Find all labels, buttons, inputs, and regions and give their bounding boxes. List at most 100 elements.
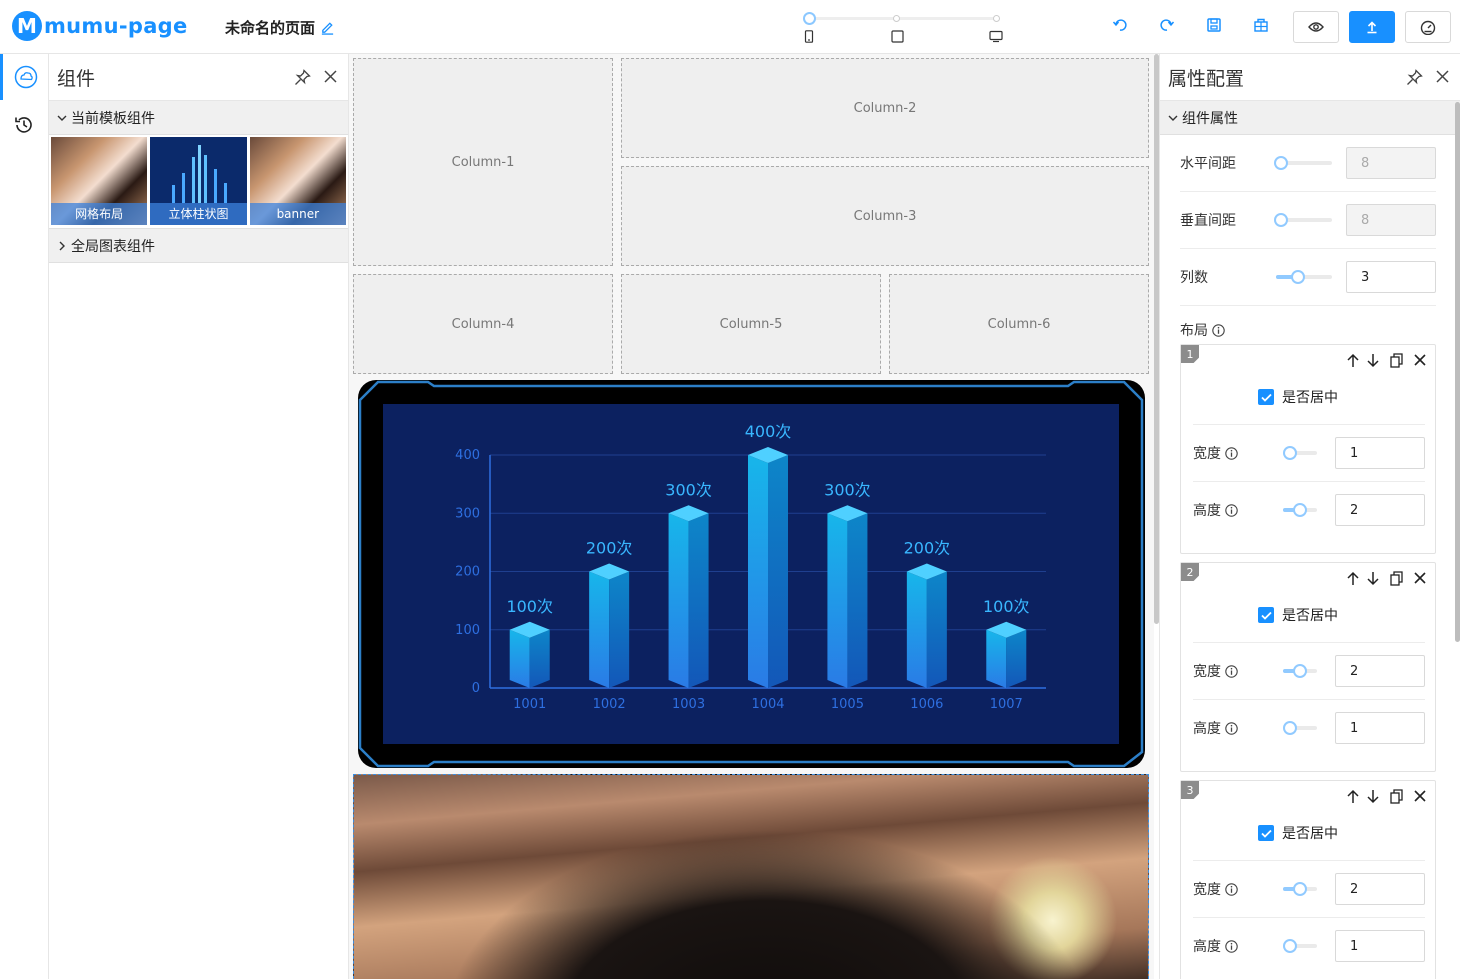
h-gap-slider[interactable] [1274,156,1332,170]
width-input[interactable]: 2 [1335,655,1425,687]
bar-side [926,571,947,688]
slider-knob[interactable] [1283,939,1297,953]
grid-column[interactable]: Column-4 [353,274,613,374]
logo[interactable]: M mumu-page [12,11,188,41]
page-title[interactable]: 未命名的页面 [225,17,335,38]
rail-components[interactable] [0,54,48,100]
delete-icon[interactable] [1413,571,1427,586]
arrow-down-icon[interactable] [1366,353,1380,368]
slider-knob[interactable] [1293,882,1307,896]
pin-icon[interactable] [1406,69,1423,86]
width-slider[interactable] [1283,664,1317,678]
close-icon[interactable] [1435,69,1450,86]
copy-icon[interactable] [1390,571,1403,586]
slider-knob[interactable] [1293,664,1307,678]
thumbnail-3d-bar-chart[interactable]: 立体柱状图 [150,137,247,225]
desktop-icon[interactable] [989,30,1003,43]
columns-input[interactable]: 3 [1346,261,1436,293]
y-tick-label: 0 [472,681,480,696]
template-icon[interactable] [1253,17,1269,33]
center-checkbox[interactable]: 是否居中 [1258,823,1338,843]
width-slider[interactable] [1283,446,1317,460]
chart-plot-area: 0 100 200 300 400 100次 1001 200次 1002 300次 1003 400… [383,404,1119,744]
editor-canvas[interactable]: Column-1 Column-2 Column-3 Column-4 Colu… [349,54,1154,979]
width-slider[interactable] [1283,882,1317,896]
thumbnail-grid-layout[interactable]: 网格布局 [51,137,148,225]
pin-icon[interactable] [294,69,311,86]
preview-button[interactable] [1293,11,1339,43]
slider-knob[interactable] [1291,270,1305,284]
slider-knob[interactable] [1283,721,1297,735]
thumbnail-banner[interactable]: banner [249,137,346,225]
width-row: 宽度 1 [1193,424,1425,481]
redo-icon[interactable] [1159,17,1175,33]
close-icon[interactable] [323,69,338,86]
device-slider-stop[interactable] [993,15,1000,22]
grid-column[interactable]: Column-5 [621,274,881,374]
center-checkbox[interactable]: 是否居中 [1258,605,1338,625]
device-slider-stop[interactable] [893,15,900,22]
layout-item-card: 3 是否居中 宽度 2 高度 1 [1180,780,1436,979]
height-slider[interactable] [1283,503,1317,517]
height-slider[interactable] [1283,939,1317,953]
slider-knob[interactable] [1293,503,1307,517]
height-input[interactable]: 2 [1335,494,1425,526]
checkbox-checked-icon[interactable] [1258,607,1274,623]
data-label: 400次 [745,422,792,441]
y-tick-label: 200 [455,565,480,580]
arrow-up-icon[interactable] [1346,353,1360,368]
arrow-down-icon[interactable] [1366,789,1380,804]
checkbox-checked-icon[interactable] [1258,825,1274,841]
rail-history[interactable] [0,102,48,148]
layout-item-card: 1 是否居中 宽度 1 高度 2 [1180,344,1436,554]
height-input[interactable]: 1 [1335,930,1425,962]
width-input[interactable]: 1 [1335,437,1425,469]
v-gap-input[interactable]: 8 [1346,204,1436,236]
y-tick-label: 300 [455,506,480,521]
info-icon [1225,721,1238,735]
chevron-down-icon [1168,113,1178,123]
edit-icon[interactable] [320,20,335,35]
section-current-template[interactable]: 当前模板组件 [49,101,348,135]
slider-knob[interactable] [1283,446,1297,460]
grid-column[interactable]: Column-3 [621,166,1149,266]
grid-column[interactable]: Column-2 [621,58,1149,158]
device-slider-knob[interactable] [803,12,816,25]
properties-scrollbar[interactable] [1455,102,1460,642]
h-gap-input[interactable]: 8 [1346,147,1436,179]
undo-icon[interactable] [1112,17,1128,33]
v-gap-slider[interactable] [1274,213,1332,227]
width-input[interactable]: 2 [1335,873,1425,905]
checkbox-checked-icon[interactable] [1258,389,1274,405]
height-input[interactable]: 1 [1335,712,1425,744]
section-global-charts[interactable]: 全局图表组件 [49,229,348,263]
section-component-props[interactable]: 组件属性 [1160,101,1460,135]
thumbnail-label: 网格布局 [51,203,148,225]
tablet-icon[interactable] [891,30,904,43]
bar-chart-component[interactable]: 0 100 200 300 400 100次 1001 200次 1002 300次 1003 400… [358,380,1145,768]
grid-column[interactable]: Column-1 [353,58,613,266]
bar-front [509,629,530,688]
slider-knob[interactable] [1274,156,1288,170]
components-panel-header: 组件 [49,54,348,101]
eye-icon [1308,21,1324,33]
mobile-icon[interactable] [804,30,814,43]
center-checkbox[interactable]: 是否居中 [1258,387,1338,407]
banner-image[interactable] [353,774,1149,979]
device-slider[interactable] [800,8,1010,48]
copy-icon[interactable] [1390,353,1403,368]
grid-column[interactable]: Column-6 [889,274,1149,374]
slider-knob[interactable] [1274,213,1288,227]
arrow-up-icon[interactable] [1346,571,1360,586]
save-icon[interactable] [1206,17,1222,33]
dashboard-button[interactable] [1405,11,1451,43]
publish-button[interactable] [1349,11,1395,43]
arrow-down-icon[interactable] [1366,571,1380,586]
columns-slider[interactable] [1276,270,1332,284]
arrow-up-icon[interactable] [1346,789,1360,804]
columns-row: 列数 3 [1180,249,1436,306]
copy-icon[interactable] [1390,789,1403,804]
height-slider[interactable] [1283,721,1317,735]
delete-icon[interactable] [1413,353,1427,368]
delete-icon[interactable] [1413,789,1427,804]
